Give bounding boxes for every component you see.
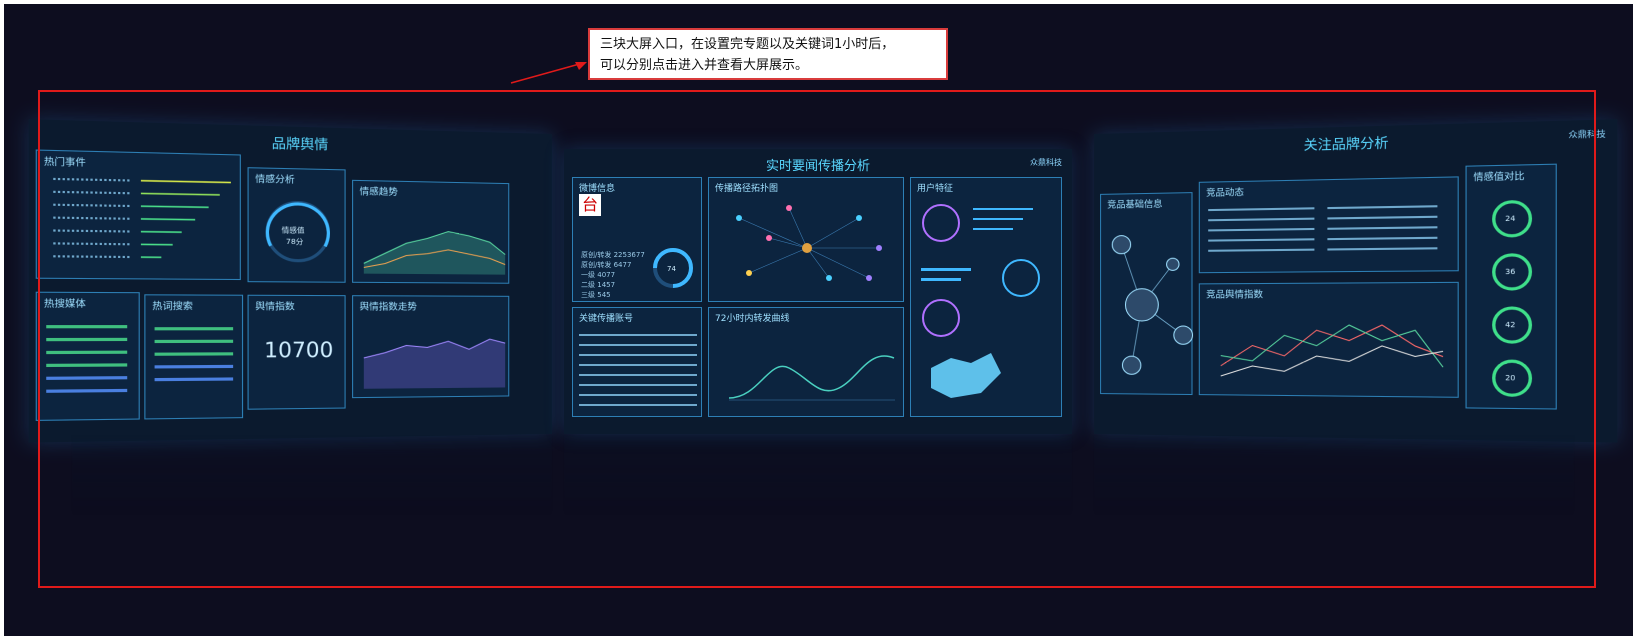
highlight-box xyxy=(38,90,1596,588)
dashboard-showcase: 三块大屏入口，在设置完专题以及关键词1小时后， 可以分别点击进入并查看大屏展示。… xyxy=(4,4,1633,636)
